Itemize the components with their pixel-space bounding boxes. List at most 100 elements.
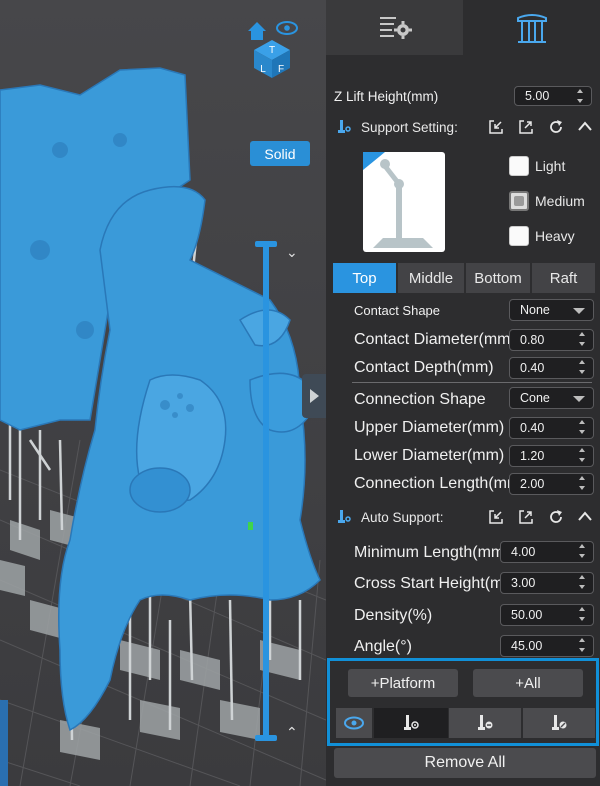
cross-start-height-input[interactable]: 3.00 xyxy=(500,572,594,594)
home-icon[interactable] xyxy=(248,22,266,40)
connection-shape-select[interactable]: Cone xyxy=(509,387,594,409)
z-lift-input[interactable]: 5.00 xyxy=(514,86,592,106)
model-scene[interactable] xyxy=(0,0,326,786)
layer-slider-track[interactable] xyxy=(263,244,269,738)
collapse-up-icon[interactable] xyxy=(578,121,592,131)
view-cube-left-label: L xyxy=(260,64,266,75)
export-icon[interactable] xyxy=(519,510,533,524)
z-lift-spinner[interactable] xyxy=(577,89,587,103)
add-platform-button[interactable]: +Platform xyxy=(348,669,458,697)
minimum-length-input[interactable]: 4.00 xyxy=(500,541,594,563)
tab-raft[interactable]: Raft xyxy=(532,263,595,293)
connection-length-value: 2.00 xyxy=(520,477,545,491)
support-preview xyxy=(363,152,445,252)
contact-diameter-value: 0.80 xyxy=(520,333,545,347)
collapse-up-icon[interactable] xyxy=(578,511,592,521)
preset-heavy-label: Heavy xyxy=(535,228,575,244)
support-panel: Z Lift Height(mm) 5.00 Support Setting: xyxy=(326,0,600,786)
preset-medium-checkbox[interactable] xyxy=(509,191,529,211)
tab-top[interactable]: Top xyxy=(333,263,396,293)
export-icon[interactable] xyxy=(519,120,533,134)
view-cube-front-label: F xyxy=(278,64,284,75)
contact-diameter-label: Contact Diameter(mm) xyxy=(354,331,516,348)
chevron-right-icon xyxy=(310,389,319,403)
chevron-down-icon xyxy=(573,396,585,402)
eye-icon xyxy=(344,716,364,730)
import-icon[interactable] xyxy=(489,120,503,134)
connection-shape-label: Connection Shape xyxy=(354,391,486,408)
preset-light-checkbox[interactable] xyxy=(509,156,529,176)
import-icon[interactable] xyxy=(489,510,503,524)
upper-diameter-input[interactable]: 0.40 xyxy=(509,417,594,439)
layer-up-chevron-icon[interactable]: ⌄ xyxy=(286,244,298,261)
minimum-length-spinner[interactable] xyxy=(579,544,589,558)
add-all-button[interactable]: +All xyxy=(473,669,583,697)
reset-icon[interactable] xyxy=(548,509,564,525)
contact-diameter-input[interactable]: 0.80 xyxy=(509,329,594,351)
toggle-visibility-button[interactable] xyxy=(336,708,372,738)
contact-depth-spinner[interactable] xyxy=(579,360,589,374)
panel-collapse-tab[interactable] xyxy=(302,374,326,418)
lower-diameter-label: Lower Diameter(mm) xyxy=(354,447,505,464)
tab-middle[interactable]: Middle xyxy=(398,263,464,293)
edit-support-tool-button[interactable] xyxy=(523,708,595,738)
auto-support-title: Auto Support: xyxy=(361,509,444,525)
reset-icon[interactable] xyxy=(548,119,564,135)
support-part-tabs: Top Middle Bottom Raft xyxy=(333,263,595,293)
support-setting-header: Support Setting: xyxy=(326,116,600,138)
angle-value: 45.00 xyxy=(511,639,543,653)
lower-diameter-input[interactable]: 1.20 xyxy=(509,445,594,467)
connection-length-label: Connection Length(mm) xyxy=(354,475,526,492)
z-lift-row: Z Lift Height(mm) 5.00 xyxy=(326,86,600,106)
render-mode-button[interactable]: Solid xyxy=(250,141,310,166)
support-edit-icon xyxy=(552,715,567,730)
angle-input[interactable]: 45.00 xyxy=(500,635,594,657)
upper-diameter-label: Upper Diameter(mm) xyxy=(354,419,505,436)
support-table-icon xyxy=(516,13,547,43)
upper-diameter-value: 0.40 xyxy=(520,421,545,435)
layer-slider-bottom-handle[interactable] xyxy=(255,735,277,741)
contact-shape-value: None xyxy=(520,303,550,317)
contact-shape-select[interactable]: None xyxy=(509,299,594,321)
minimum-length-label: Minimum Length(mm) xyxy=(354,544,510,561)
contact-depth-input[interactable]: 0.40 xyxy=(509,357,594,379)
view-cube-top-label: T xyxy=(269,45,275,56)
density-spinner[interactable] xyxy=(579,607,589,621)
lower-diameter-spinner[interactable] xyxy=(579,448,589,462)
view-cube[interactable]: T L F xyxy=(246,18,298,78)
lower-diameter-value: 1.20 xyxy=(520,449,545,463)
z-lift-value: 5.00 xyxy=(525,89,550,103)
preset-light-label: Light xyxy=(535,158,566,174)
remove-all-button[interactable]: Remove All xyxy=(334,748,596,778)
connection-length-input[interactable]: 2.00 xyxy=(509,473,594,495)
angle-spinner[interactable] xyxy=(579,638,589,652)
support-pin-icon xyxy=(338,510,351,523)
tab-bottom[interactable]: Bottom xyxy=(466,263,530,293)
contact-diameter-spinner[interactable] xyxy=(579,332,589,346)
layer-down-chevron-icon[interactable]: ⌃ xyxy=(286,724,298,741)
density-label: Density(%) xyxy=(354,607,433,624)
contact-shape-label: Contact Shape xyxy=(354,303,441,318)
auto-support-header: Auto Support: xyxy=(326,506,600,528)
preset-medium-label: Medium xyxy=(535,193,585,209)
support-setting-title: Support Setting: xyxy=(361,119,458,135)
divider xyxy=(352,382,592,383)
tab-supports[interactable] xyxy=(463,0,600,55)
tab-settings[interactable] xyxy=(326,0,463,55)
z-lift-label: Z Lift Height(mm) xyxy=(334,88,439,104)
add-support-tool-button[interactable] xyxy=(374,708,448,738)
preset-heavy-checkbox[interactable] xyxy=(509,226,529,246)
chevron-down-icon xyxy=(573,308,585,314)
density-input[interactable]: 50.00 xyxy=(500,604,594,626)
cross-start-height-label: Cross Start Height(mm) xyxy=(354,575,523,592)
cross-start-height-spinner[interactable] xyxy=(579,575,589,589)
support-remove-icon xyxy=(478,715,493,730)
support-add-icon xyxy=(404,715,419,730)
support-pin-icon xyxy=(338,120,351,133)
3d-viewport[interactable]: T L F Solid ⌄ ⌃ xyxy=(0,0,326,786)
layer-slider-top-handle[interactable] xyxy=(255,241,277,247)
upper-diameter-spinner[interactable] xyxy=(579,420,589,434)
eye-icon[interactable] xyxy=(276,21,298,35)
connection-length-spinner[interactable] xyxy=(579,476,589,490)
remove-support-tool-button[interactable] xyxy=(449,708,521,738)
